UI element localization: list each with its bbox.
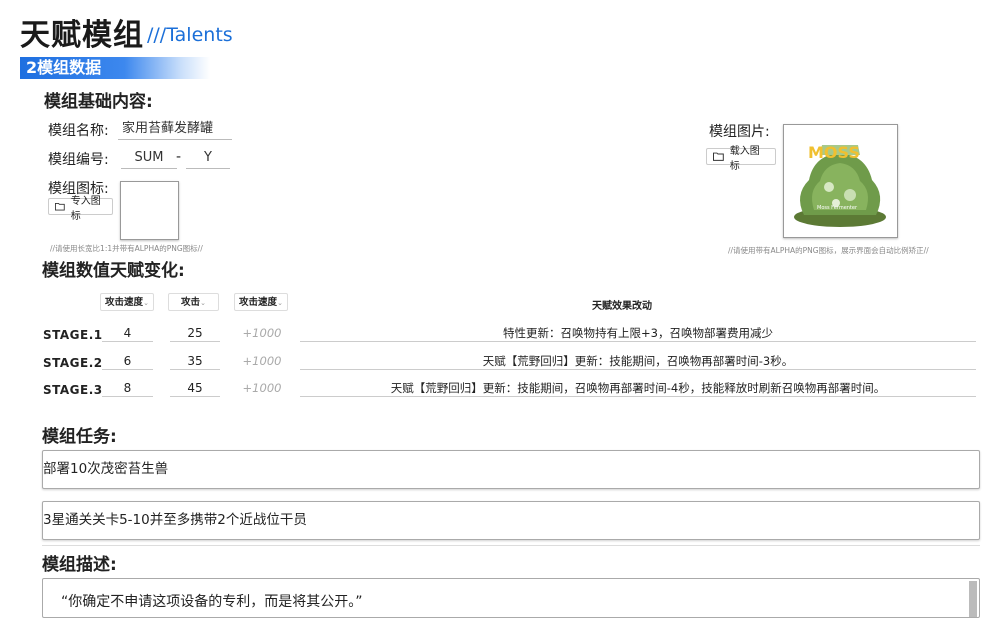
icon-preview[interactable] (120, 181, 179, 240)
folder-icon (713, 152, 724, 161)
upload-icon-button-label: 专入图标 (70, 195, 101, 222)
image-hint: //请使用带有ALPHA的PNG图标，展示界面会自动比例矫正// (728, 246, 929, 255)
tasks-heading: 模组任务: (42, 427, 117, 447)
effect-field[interactable]: 天赋【荒野回归】更新：技能期间，召唤物再部署时间-4秒，技能释放时刷新召唤物再部… (300, 380, 976, 397)
stat-value-placeholder[interactable]: +1000 (236, 353, 288, 369)
code-suffix-field[interactable] (186, 148, 230, 169)
stage-label: STAGE.1 (43, 328, 103, 342)
image-moss-text: MOSS (808, 143, 860, 162)
stat-column-select-1[interactable]: 攻击速度⌄ (100, 293, 154, 311)
stat-value-field[interactable]: 35 (170, 353, 220, 370)
stats-heading: 模组数值天赋变化: (42, 261, 185, 281)
page-title: 天赋模组 (20, 18, 144, 53)
stat-value-placeholder[interactable]: +1000 (236, 325, 288, 341)
page-subtitle: ///Talents (147, 24, 233, 46)
chevron-down-icon: ⌄ (143, 299, 149, 307)
stat-value-field[interactable]: 4 (102, 325, 153, 342)
stat-column-label: 攻击 (181, 297, 201, 308)
code-prefix-field[interactable] (121, 148, 177, 169)
stage-label: STAGE.2 (43, 356, 103, 370)
effect-field[interactable]: 特性更新：召唤物持有上限+3，召唤物部署费用减少 (300, 325, 976, 342)
chevron-down-icon: ⌄ (200, 299, 206, 307)
upload-icon-button[interactable]: 专入图标 (48, 196, 113, 222)
upload-image-button-label: 载入图标 (729, 145, 760, 172)
section-banner: 2模组数据 (20, 57, 210, 79)
stat-column-select-3[interactable]: 攻击速度⌄ (234, 293, 288, 311)
image-preview[interactable]: MOSS Moss Fermenter (783, 124, 898, 238)
chevron-down-icon: ⌄ (277, 299, 283, 307)
description-heading: 模组描述: (42, 555, 117, 575)
task-field-1[interactable]: 部署10次茂密苔生兽 (42, 450, 980, 489)
effect-field[interactable]: 天赋【荒野回归】更新：技能期间，召唤物再部署时间-3秒。 (300, 353, 976, 370)
upload-image-button[interactable]: 载入图标 (706, 146, 776, 172)
task-field-2[interactable]: 3星通关关卡5-10并至多携带2个近战位干员 (42, 501, 980, 540)
stat-column-label: 攻击速度 (105, 297, 144, 308)
icon-hint: //请使用长宽比1:1并带有ALPHA的PNG图标// (50, 244, 203, 253)
code-label: 模组编号: (48, 152, 109, 168)
name-label: 模组名称: (48, 123, 109, 139)
stat-column-label: 攻击速度 (239, 297, 278, 308)
stat-column-select-2[interactable]: 攻击⌄ (168, 293, 219, 311)
image-label: 模组图片: (709, 124, 770, 140)
stat-value-field[interactable]: 25 (170, 325, 220, 342)
code-separator: - (176, 149, 182, 165)
image-caption-text: Moss Fermenter (817, 205, 858, 211)
effect-column-header: 天赋效果改动 (592, 301, 652, 312)
description-text: “你确定不申请这项设备的专利，而是将其公开。” (61, 594, 363, 610)
stat-value-placeholder[interactable]: +1000 (236, 380, 288, 396)
name-field[interactable] (118, 119, 232, 140)
basics-heading: 模组基础内容: (44, 92, 153, 112)
moss-fermenter-image: MOSS Moss Fermenter (794, 143, 886, 227)
scrollbar[interactable] (969, 581, 977, 617)
folder-icon (55, 202, 65, 211)
stage-label: STAGE.3 (43, 383, 103, 397)
divider (42, 545, 980, 546)
description-field[interactable]: “你确定不申请这项设备的专利，而是将其公开。” (42, 578, 980, 618)
section-label: 2模组数据 (26, 58, 102, 77)
stat-value-field[interactable]: 8 (102, 380, 153, 397)
stat-value-field[interactable]: 6 (102, 353, 153, 370)
stat-value-field[interactable]: 45 (170, 380, 220, 397)
